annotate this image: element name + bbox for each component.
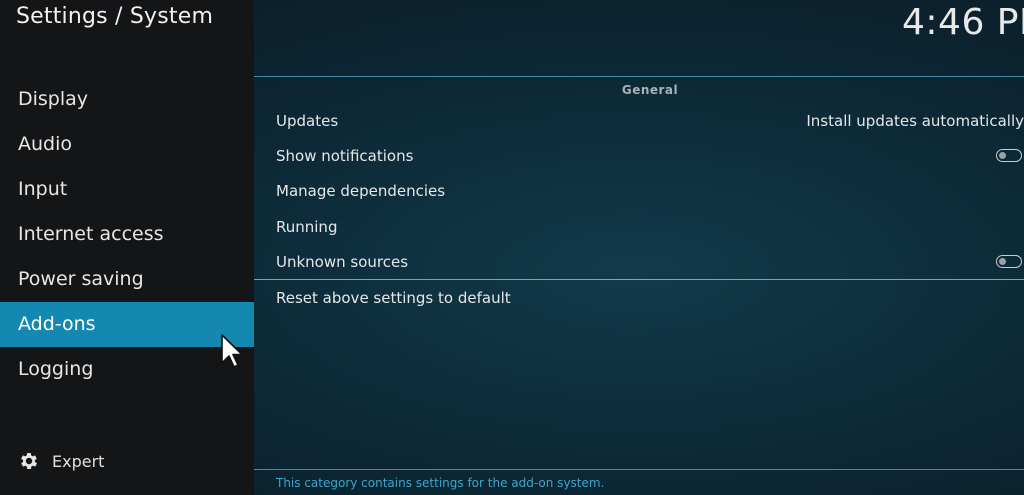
- setting-label: Running: [276, 218, 338, 236]
- setting-unknown-sources[interactable]: Unknown sources: [276, 247, 1024, 277]
- setting-label: Updates: [276, 112, 339, 130]
- sidebar: Settings / System Display Audio Input In…: [0, 0, 254, 495]
- gear-icon: [21, 453, 37, 469]
- setting-updates[interactable]: Updates Install updates automatically: [276, 106, 1024, 136]
- sidebar-item-power-saving[interactable]: Power saving: [0, 257, 254, 302]
- toggle-knob: [999, 151, 1006, 159]
- reset-settings-button[interactable]: Reset above settings to default: [276, 283, 1024, 313]
- reset-divider: [254, 279, 1024, 280]
- sidebar-item-logging[interactable]: Logging: [0, 347, 254, 392]
- show-notifications-toggle[interactable]: [996, 149, 1022, 162]
- setting-manage-dependencies[interactable]: Manage dependencies: [276, 176, 1024, 206]
- section-title: General: [621, 83, 679, 97]
- setting-label: Unknown sources: [276, 253, 409, 271]
- setting-value: Install updates automatically: [806, 112, 1024, 130]
- panel-bottom-divider: [254, 469, 1024, 470]
- setting-show-notifications[interactable]: Show notifications: [276, 141, 1024, 171]
- sidebar-item-add-ons[interactable]: Add-ons: [0, 302, 254, 347]
- panel-top-divider: [254, 76, 1024, 77]
- toggle-knob: [999, 257, 1006, 265]
- settings-level-label: Expert: [52, 451, 105, 471]
- setting-running[interactable]: Running: [276, 212, 1024, 242]
- setting-label: Show notifications: [276, 147, 414, 165]
- category-menu: Display Audio Input Internet access Powe…: [0, 77, 254, 392]
- setting-label: Manage dependencies: [276, 182, 446, 200]
- reset-label: Reset above settings to default: [276, 289, 511, 307]
- sidebar-item-display[interactable]: Display: [0, 77, 254, 122]
- page-title: Settings / System: [16, 4, 214, 29]
- sidebar-item-internet-access[interactable]: Internet access: [0, 212, 254, 257]
- mouse-cursor-icon: [221, 334, 243, 368]
- sidebar-item-audio[interactable]: Audio: [0, 122, 254, 167]
- settings-panel: General Updates Install updates automati…: [254, 0, 1024, 495]
- unknown-sources-toggle[interactable]: [996, 255, 1022, 268]
- category-description: This category contains settings for the …: [276, 476, 605, 490]
- sidebar-item-input[interactable]: Input: [0, 167, 254, 212]
- kodi-settings-screen: Settings / System Display Audio Input In…: [0, 0, 1024, 495]
- settings-level-button[interactable]: Expert: [18, 449, 104, 473]
